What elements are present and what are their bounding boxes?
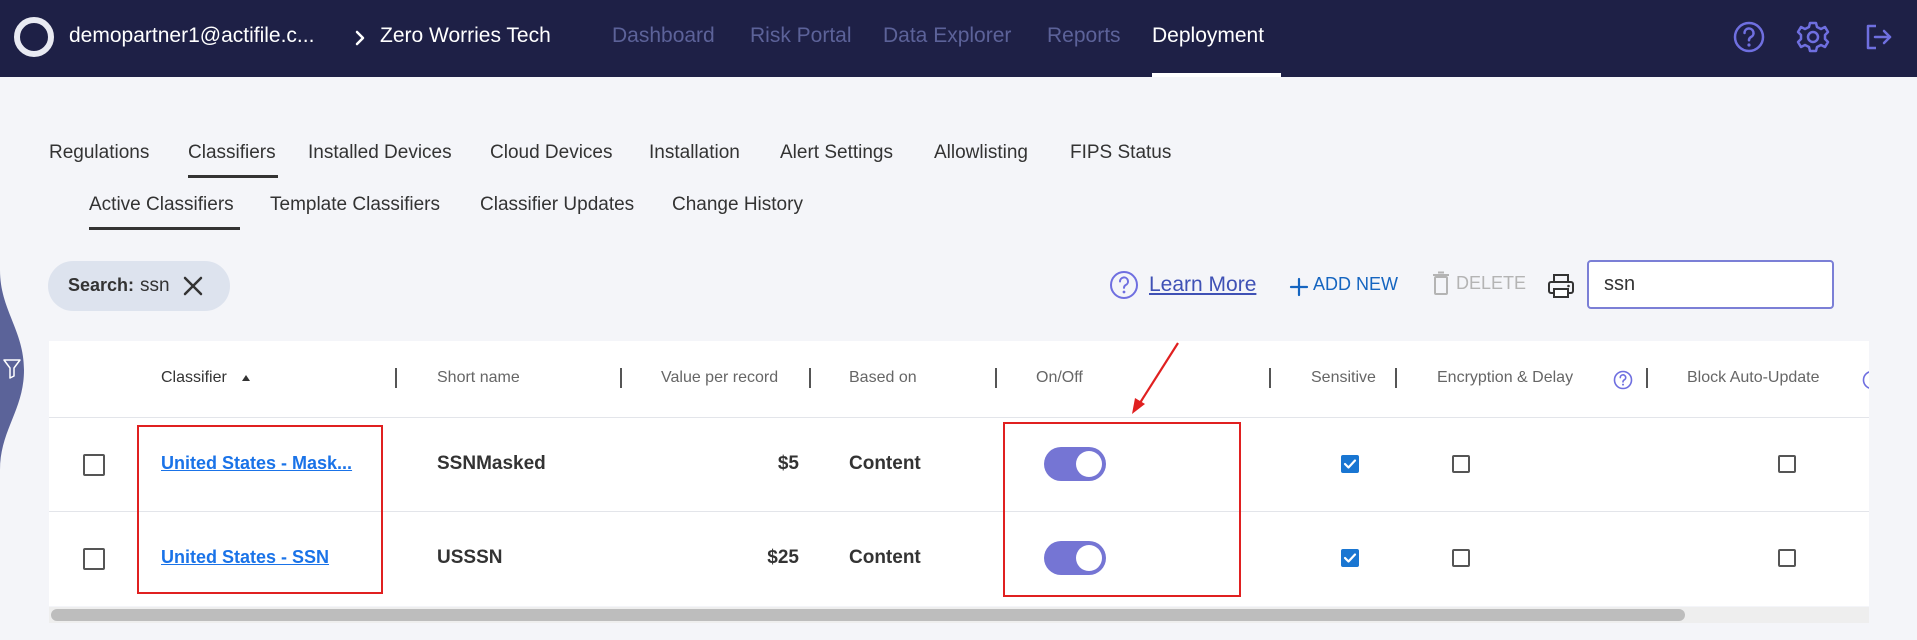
tab-installed-devices[interactable]: Installed Devices	[308, 142, 452, 164]
help-icon[interactable]	[1732, 19, 1766, 55]
tab-allowlisting[interactable]: Allowlisting	[934, 142, 1028, 164]
value-cell: $25	[767, 547, 799, 568]
annotation-highlight-classifiers	[137, 425, 383, 594]
subtab-template-classifiers[interactable]: Template Classifiers	[270, 194, 440, 216]
based-on-cell: Content	[849, 453, 921, 474]
row-select-checkbox[interactable]	[83, 454, 105, 476]
add-new-button[interactable]: ADD NEW	[1313, 274, 1398, 295]
subtab-active-classifiers[interactable]: Active Classifiers	[89, 194, 234, 216]
row-select-checkbox[interactable]	[83, 548, 105, 570]
subtab-active-indicator	[89, 227, 240, 230]
column-separator[interactable]	[1269, 368, 1271, 388]
app-logo-icon[interactable]	[13, 16, 55, 58]
column-header-value-per-record[interactable]: Value per record	[661, 369, 778, 387]
column-separator[interactable]	[1395, 368, 1397, 388]
nav-active-indicator	[1152, 73, 1281, 77]
chip-label: Search:	[68, 275, 135, 295]
tab-alert-settings[interactable]: Alert Settings	[780, 142, 893, 164]
column-header-sensitive[interactable]: Sensitive	[1311, 369, 1376, 387]
learn-more-help-icon[interactable]	[1109, 270, 1139, 300]
nav-reports[interactable]: Reports	[1047, 24, 1121, 48]
tab-classifiers[interactable]: Classifiers	[188, 142, 276, 164]
delete-button[interactable]: DELETE	[1456, 273, 1526, 294]
column-separator[interactable]	[620, 368, 622, 388]
learn-more-link[interactable]: Learn More	[1149, 273, 1256, 297]
checkmark-icon	[1343, 553, 1357, 563]
checkmark-icon	[1343, 459, 1357, 469]
column-header-short-name[interactable]: Short name	[437, 369, 520, 387]
subtab-change-history[interactable]: Change History	[672, 194, 803, 216]
column-separator[interactable]	[809, 368, 811, 388]
tenant-name[interactable]: Zero Worries Tech	[380, 24, 551, 48]
sensitive-checkbox[interactable]	[1341, 549, 1359, 567]
nav-risk-portal[interactable]: Risk Portal	[750, 24, 852, 48]
filter-sidebar-toggle[interactable]	[0, 270, 24, 470]
encryption-help-icon[interactable]	[1613, 370, 1633, 390]
column-separator[interactable]	[395, 368, 397, 388]
value-cell: $5	[777, 453, 799, 474]
tab-cloud-devices[interactable]: Cloud Devices	[490, 142, 613, 164]
block-auto-update-help-icon[interactable]	[1862, 370, 1869, 390]
based-on-cell: Content	[849, 547, 921, 568]
settings-icon[interactable]	[1796, 19, 1830, 55]
encryption-delay-checkbox[interactable]	[1452, 455, 1470, 473]
tab-regulations[interactable]: Regulations	[49, 142, 149, 164]
tab-installation[interactable]: Installation	[649, 142, 740, 164]
annotation-highlight-toggles	[1003, 422, 1241, 597]
clear-search-icon[interactable]	[182, 275, 204, 297]
column-header-based-on[interactable]: Based on	[849, 369, 917, 387]
scrollbar-thumb[interactable]	[51, 609, 1685, 621]
tab-fips-status[interactable]: FIPS Status	[1070, 142, 1171, 164]
sort-ascending-icon[interactable]	[241, 374, 251, 382]
search-filter-chip: Search: ssn	[48, 261, 230, 311]
horizontal-scrollbar[interactable]	[49, 607, 1869, 623]
sensitive-checkbox[interactable]	[1341, 455, 1359, 473]
column-header-encryption-delay[interactable]: Encryption & Delay	[1437, 369, 1573, 387]
nav-data-explorer[interactable]: Data Explorer	[883, 24, 1011, 48]
add-icon[interactable]	[1289, 277, 1309, 297]
column-header-on-off[interactable]: On/Off	[1036, 369, 1083, 387]
tab-classifiers-indicator	[188, 175, 278, 178]
chip-value: ssn	[140, 275, 170, 296]
logout-icon[interactable]	[1862, 19, 1896, 55]
encryption-delay-checkbox[interactable]	[1452, 549, 1470, 567]
top-navigation-bar: demopartner1@actifile.c... Zero Worries …	[0, 0, 1917, 77]
print-icon[interactable]	[1547, 272, 1575, 300]
annotation-arrow-icon	[1132, 342, 1179, 414]
column-separator[interactable]	[1646, 368, 1648, 388]
breadcrumb-chevron-icon	[355, 30, 365, 46]
nav-deployment[interactable]: Deployment	[1152, 24, 1264, 48]
account-email[interactable]: demopartner1@actifile.c...	[69, 24, 314, 48]
short-name-cell: SSNMasked	[437, 453, 546, 474]
block-auto-update-checkbox[interactable]	[1778, 455, 1796, 473]
trash-icon	[1433, 271, 1449, 295]
column-separator[interactable]	[995, 368, 997, 388]
block-auto-update-checkbox[interactable]	[1778, 549, 1796, 567]
short-name-cell: USSSN	[437, 547, 503, 568]
subtab-classifier-updates[interactable]: Classifier Updates	[480, 194, 634, 216]
column-header-block-auto-update[interactable]: Block Auto-Update	[1687, 369, 1820, 387]
nav-dashboard[interactable]: Dashboard	[612, 24, 715, 48]
search-input[interactable]	[1587, 260, 1834, 309]
column-header-classifier[interactable]: Classifier	[161, 369, 227, 387]
